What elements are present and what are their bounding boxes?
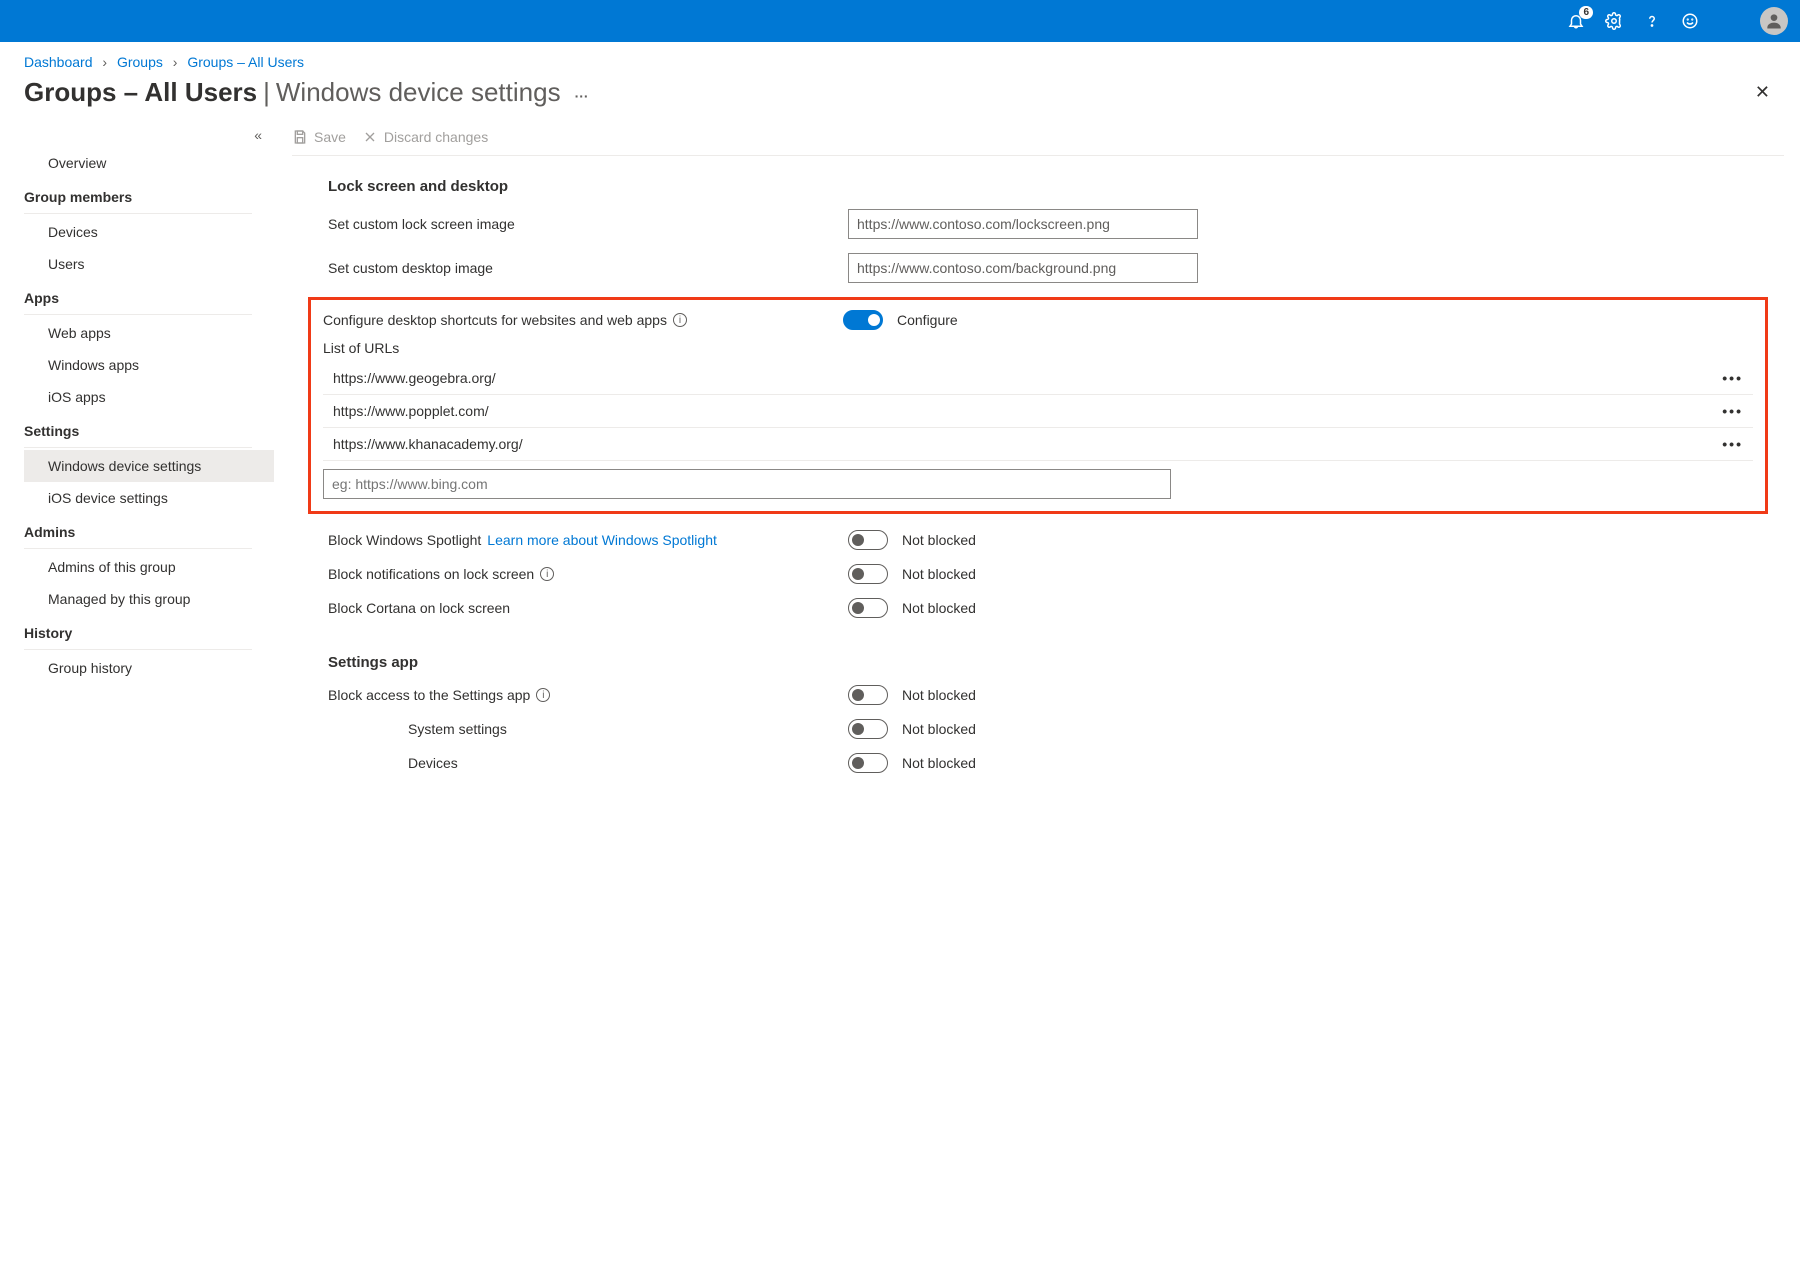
breadcrumb-separator: › — [102, 54, 107, 70]
notification-badge: 6 — [1579, 6, 1593, 19]
devices-settings-toggle-label: Not blocked — [902, 755, 976, 771]
url-text: https://www.geogebra.org/ — [333, 370, 496, 386]
notifications-icon[interactable]: 6 — [1566, 11, 1586, 31]
sidebar-item-ios-device-settings[interactable]: iOS device settings — [24, 482, 274, 514]
global-header: 6 — [0, 0, 1800, 42]
url-text: https://www.khanacademy.org/ — [333, 436, 523, 452]
url-text: https://www.popplet.com/ — [333, 403, 489, 419]
page-header: Groups – All Users | Windows device sett… — [0, 76, 1800, 121]
sidebar-item-windows-device-settings[interactable]: Windows device settings — [24, 450, 274, 482]
page-title-main: Groups – All Users — [24, 77, 257, 108]
help-icon[interactable] — [1642, 11, 1662, 31]
main-content: Save Discard changes Lock screen and des… — [274, 121, 1800, 787]
breadcrumb-separator: › — [173, 54, 178, 70]
page-title-more-icon[interactable]: ··· — [575, 88, 589, 104]
info-icon[interactable]: i — [540, 567, 554, 581]
devices-settings-toggle[interactable] — [848, 753, 888, 773]
page-title-separator: | — [263, 77, 270, 108]
spotlight-toggle-label: Not blocked — [902, 532, 976, 548]
system-settings-label: System settings — [328, 721, 848, 737]
breadcrumb-dashboard[interactable]: Dashboard — [24, 54, 93, 70]
system-settings-toggle[interactable] — [848, 719, 888, 739]
notifications-label: Block notifications on lock screen — [328, 566, 534, 582]
save-icon — [292, 129, 308, 145]
sidebar-item-devices[interactable]: Devices — [24, 216, 274, 248]
settings-app-heading: Settings app — [328, 654, 1768, 671]
devices-settings-label: Devices — [328, 755, 848, 771]
sidebar-item-windows-apps[interactable]: Windows apps — [24, 349, 274, 381]
url-list-label: List of URLs — [323, 340, 1753, 356]
save-label: Save — [314, 129, 346, 145]
desktop-image-label: Set custom desktop image — [328, 260, 848, 276]
sidebar-divider — [24, 649, 252, 650]
sidebar-item-overview[interactable]: Overview — [24, 147, 274, 179]
spotlight-learn-link[interactable]: Learn more about Windows Spotlight — [487, 532, 717, 548]
sidebar-section-apps: Apps — [24, 280, 274, 310]
page-title-sub: Windows device settings — [276, 77, 561, 108]
sidebar-item-admins-of-group[interactable]: Admins of this group — [24, 551, 274, 583]
sidebar-section-admins: Admins — [24, 514, 274, 544]
url-item-more-icon[interactable]: ••• — [1722, 403, 1749, 419]
block-access-label: Block access to the Settings app — [328, 687, 530, 703]
discard-label: Discard changes — [384, 129, 488, 145]
sidebar-collapse-icon[interactable]: « — [24, 127, 274, 143]
discard-button[interactable]: Discard changes — [362, 129, 488, 145]
spotlight-toggle[interactable] — [848, 530, 888, 550]
url-list-item: https://www.geogebra.org/ ••• — [323, 362, 1753, 395]
system-settings-toggle-label: Not blocked — [902, 721, 976, 737]
breadcrumb-groups[interactable]: Groups — [117, 54, 163, 70]
settings-gear-icon[interactable] — [1604, 11, 1624, 31]
url-item-more-icon[interactable]: ••• — [1722, 370, 1749, 386]
sidebar-item-ios-apps[interactable]: iOS apps — [24, 381, 274, 413]
command-bar: Save Discard changes — [292, 121, 1784, 156]
sidebar-section-group-members: Group members — [24, 179, 274, 209]
info-icon[interactable]: i — [673, 313, 687, 327]
shortcuts-toggle[interactable] — [843, 310, 883, 330]
breadcrumb: Dashboard › Groups › Groups – All Users — [0, 42, 1800, 76]
url-item-more-icon[interactable]: ••• — [1722, 436, 1749, 452]
shortcuts-label: Configure desktop shortcuts for websites… — [323, 312, 667, 328]
cortana-label: Block Cortana on lock screen — [328, 600, 848, 616]
breadcrumb-current[interactable]: Groups – All Users — [187, 54, 304, 70]
sidebar-divider — [24, 213, 252, 214]
discard-icon — [362, 129, 378, 145]
account-avatar[interactable] — [1760, 7, 1788, 35]
url-list: https://www.geogebra.org/ ••• https://ww… — [323, 362, 1753, 499]
cortana-toggle[interactable] — [848, 598, 888, 618]
sidebar: « Overview Group members Devices Users A… — [0, 121, 274, 787]
sidebar-divider — [24, 314, 252, 315]
sidebar-item-managed-by-group[interactable]: Managed by this group — [24, 583, 274, 615]
url-add-input[interactable] — [323, 469, 1171, 499]
sidebar-section-settings: Settings — [24, 413, 274, 443]
notifications-toggle-label: Not blocked — [902, 566, 976, 582]
url-list-item: https://www.khanacademy.org/ ••• — [323, 428, 1753, 461]
desktop-image-input[interactable] — [848, 253, 1198, 283]
cortana-toggle-label: Not blocked — [902, 600, 976, 616]
feedback-smiley-icon[interactable] — [1680, 11, 1700, 31]
lockscreen-image-input[interactable] — [848, 209, 1198, 239]
url-list-item: https://www.popplet.com/ ••• — [323, 395, 1753, 428]
info-icon[interactable]: i — [536, 688, 550, 702]
sidebar-divider — [24, 447, 252, 448]
notifications-toggle[interactable] — [848, 564, 888, 584]
desktop-shortcuts-highlight: Configure desktop shortcuts for websites… — [308, 297, 1768, 514]
save-button[interactable]: Save — [292, 129, 346, 145]
block-access-toggle-label: Not blocked — [902, 687, 976, 703]
sidebar-section-history: History — [24, 615, 274, 645]
spotlight-label: Block Windows Spotlight — [328, 532, 481, 548]
block-access-toggle[interactable] — [848, 685, 888, 705]
sidebar-item-web-apps[interactable]: Web apps — [24, 317, 274, 349]
sidebar-item-users[interactable]: Users — [24, 248, 274, 280]
lockscreen-image-label: Set custom lock screen image — [328, 216, 848, 232]
lock-screen-heading: Lock screen and desktop — [328, 178, 1768, 195]
sidebar-item-group-history[interactable]: Group history — [24, 652, 274, 684]
close-blade-button[interactable]: ✕ — [1749, 76, 1776, 109]
sidebar-divider — [24, 548, 252, 549]
shortcuts-toggle-label: Configure — [897, 312, 958, 328]
